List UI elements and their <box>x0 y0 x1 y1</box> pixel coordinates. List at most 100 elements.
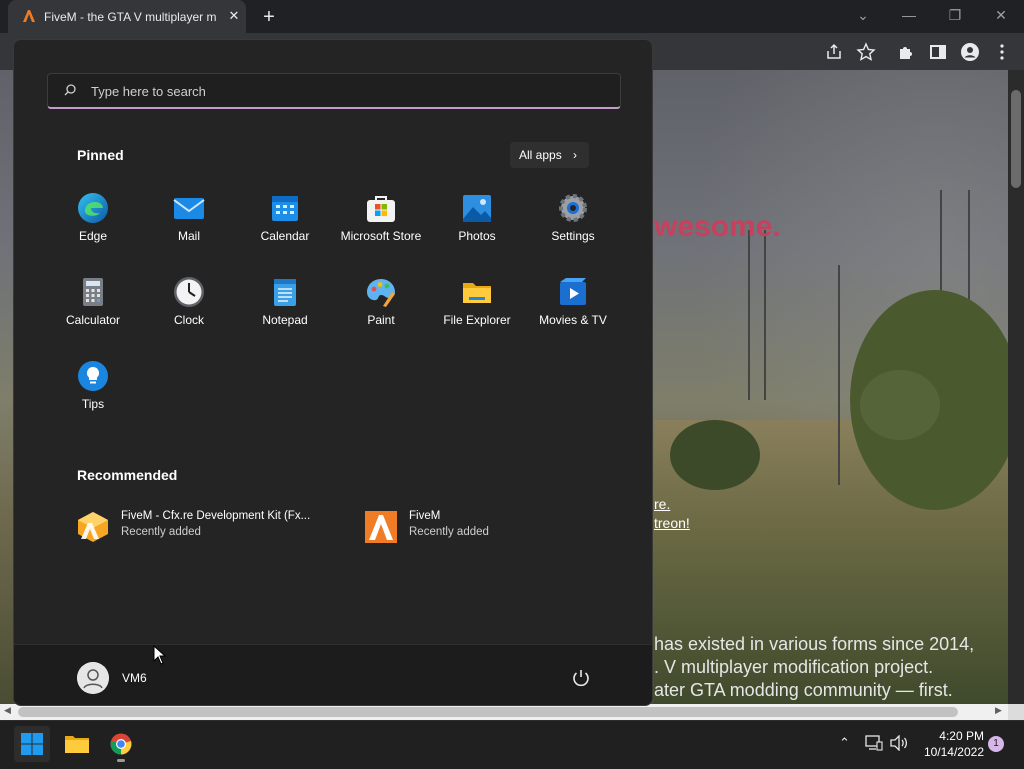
pinned-app-paint[interactable]: Paint <box>333 276 429 356</box>
fivem-favicon-icon <box>23 10 35 22</box>
recommended-item-fivem[interactable]: FiveM Recently added <box>365 507 625 547</box>
page-paragraph-line: ater GTA modding community — first. <box>654 680 953 700</box>
patreon-link[interactable]: treon! <box>654 515 690 531</box>
pinned-section-title: Pinned <box>77 147 124 163</box>
tree-image <box>860 370 940 440</box>
extensions-icon[interactable] <box>896 42 916 62</box>
new-tab-button[interactable]: + <box>258 6 280 28</box>
app-label: Settings <box>551 229 595 243</box>
profile-icon[interactable] <box>960 42 980 62</box>
mouse-cursor-icon <box>153 645 167 665</box>
recommended-item-fxdk[interactable]: FiveM - Cfx.re Development Kit (Fx... Re… <box>77 507 337 547</box>
browser-tab-fivem[interactable]: FiveM - the GTA V multiplayer m ✕ <box>8 0 246 33</box>
start-button[interactable] <box>14 726 50 762</box>
start-search-input[interactable]: Type here to search <box>47 73 621 109</box>
app-label: Movies & TV <box>539 313 607 327</box>
pinned-app-settings[interactable]: Settings <box>525 192 621 272</box>
store-icon <box>367 196 395 222</box>
user-name[interactable]: VM6 <box>122 671 147 685</box>
tips-icon <box>78 361 108 391</box>
mail-icon <box>173 198 205 219</box>
page-link[interactable]: re. <box>654 496 670 512</box>
all-apps-button[interactable]: All apps › <box>510 142 589 168</box>
notification-badge[interactable]: 1 <box>988 736 1004 752</box>
pinned-app-clock[interactable]: Clock <box>141 276 237 356</box>
tab-close-icon[interactable]: ✕ <box>226 8 242 24</box>
pinned-app-file-explorer[interactable]: File Explorer <box>429 276 525 356</box>
volume-icon[interactable] <box>890 735 908 751</box>
vertical-scroll-thumb[interactable] <box>1011 90 1021 188</box>
minimize-button[interactable]: — <box>896 4 922 26</box>
taskbar-file-explorer[interactable] <box>59 726 95 762</box>
scrollbar-corner <box>1008 704 1024 720</box>
bookmark-star-icon[interactable] <box>856 42 876 62</box>
recommended-item-subtitle: Recently added <box>409 526 489 538</box>
tree-image <box>670 420 760 490</box>
fivem-icon <box>365 511 397 543</box>
user-avatar-icon[interactable] <box>77 662 109 694</box>
edge-icon <box>78 193 108 223</box>
photos-icon <box>463 195 491 222</box>
recommended-item-name: FiveM - Cfx.re Development Kit (Fx... <box>121 510 311 522</box>
recommended-item-name: FiveM <box>409 510 441 522</box>
app-label: Calculator <box>65 313 121 327</box>
calendar-icon <box>272 196 298 221</box>
browser-tab-strip: FiveM - the GTA V multiplayer m ✕ + ⌄ — … <box>0 0 1024 33</box>
folder-icon <box>65 736 89 753</box>
page-headline: wesome. <box>654 210 781 243</box>
page-paragraph-line: . V multiplayer modification project. <box>654 657 934 677</box>
pinned-app-microsoft-store[interactable]: Microsoft Store <box>333 192 429 272</box>
clock-icon <box>174 277 204 307</box>
app-label: Tips <box>81 397 105 411</box>
restore-button[interactable]: ❐ <box>942 4 968 26</box>
close-window-button[interactable]: ✕ <box>988 4 1014 26</box>
app-label: File Explorer <box>443 313 511 327</box>
more-menu-icon[interactable] <box>992 42 1012 62</box>
app-label: Notepad <box>262 313 308 327</box>
taskbar-chrome[interactable] <box>103 726 139 762</box>
clock-date: 10/14/2022 <box>923 745 984 759</box>
tab-search-chevron-icon[interactable]: ⌄ <box>850 4 876 26</box>
utility-pole-image <box>838 265 843 485</box>
app-label: Edge <box>78 229 108 243</box>
power-tower-image <box>748 230 766 400</box>
pinned-app-mail[interactable]: Mail <box>141 192 237 272</box>
all-apps-label: All apps <box>519 148 562 162</box>
chevron-right-icon: › <box>573 148 577 162</box>
movies-icon <box>560 278 586 305</box>
tray-overflow-chevron-icon[interactable]: ⌃ <box>839 735 850 751</box>
app-label: Paint <box>367 313 395 327</box>
app-label: Calendar <box>260 229 310 243</box>
side-panel-icon[interactable] <box>928 42 948 62</box>
notepad-icon <box>274 279 296 306</box>
app-label: Mail <box>177 229 200 243</box>
share-icon[interactable] <box>824 42 844 62</box>
app-label: Photos <box>458 229 496 243</box>
chrome-icon <box>110 733 132 755</box>
horizontal-scroll-thumb[interactable] <box>18 707 958 717</box>
start-menu-footer: VM6 <box>14 644 652 705</box>
pinned-app-edge[interactable]: Edge <box>45 192 141 272</box>
app-label: Clock <box>173 313 204 327</box>
clock-time: 4:20 PM <box>939 729 984 743</box>
settings-icon <box>559 194 587 222</box>
pinned-app-tips[interactable]: Tips <box>45 360 141 440</box>
app-label: Microsoft Store <box>340 229 422 243</box>
search-icon <box>64 84 76 96</box>
search-placeholder: Type here to search <box>91 84 206 99</box>
calculator-icon <box>83 278 103 306</box>
scroll-left-arrow-icon[interactable]: ◀ <box>4 705 11 716</box>
folder-icon <box>463 283 491 303</box>
scroll-right-arrow-icon[interactable]: ▶ <box>995 705 1002 716</box>
tab-title: FiveM - the GTA V multiplayer m <box>44 10 216 24</box>
windows-logo-icon <box>21 733 43 755</box>
pinned-app-photos[interactable]: Photos <box>429 192 525 272</box>
taskbar-clock[interactable]: 4:20 PM 10/14/2022 <box>910 728 984 760</box>
paint-icon <box>367 279 395 307</box>
pinned-app-notepad[interactable]: Notepad <box>237 276 333 356</box>
pinned-app-calculator[interactable]: Calculator <box>45 276 141 356</box>
power-icon[interactable] <box>570 667 592 689</box>
pinned-app-movies-tv[interactable]: Movies & TV <box>525 276 621 356</box>
pinned-app-calendar[interactable]: Calendar <box>237 192 333 272</box>
network-icon[interactable] <box>865 735 883 751</box>
